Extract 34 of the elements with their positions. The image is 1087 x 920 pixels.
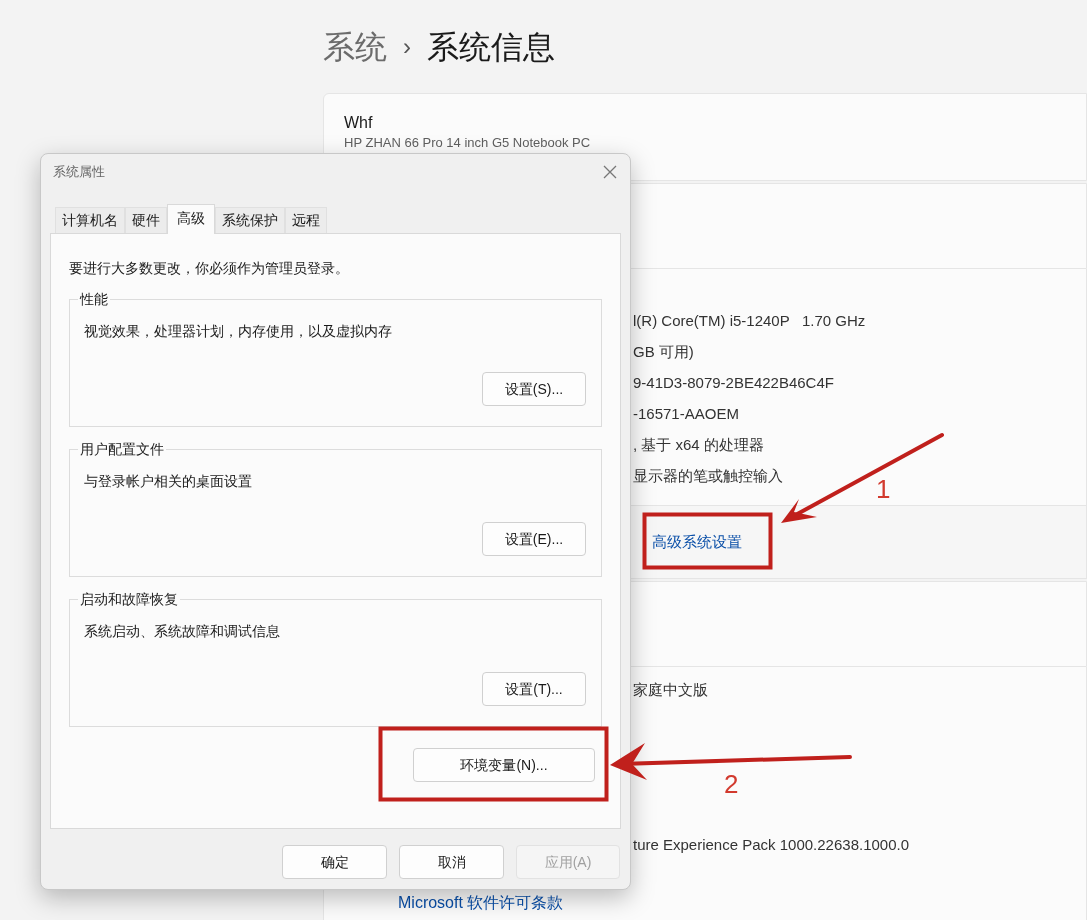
page-title: 系统信息 [427,27,555,67]
settings-button[interactable]: 设置(S)... [482,372,586,406]
group-description: 视觉效果，处理器计划，内存使用，以及虚拟内存 [84,322,393,341]
tab[interactable]: 高级 [167,204,215,234]
device-name: Whf [344,113,374,133]
spec-value: GB 可用) [633,342,694,362]
advanced-settings-link[interactable]: 高级系统设置 [652,530,742,554]
tab[interactable]: 计算机名 [55,207,125,233]
close-icon[interactable] [602,164,618,180]
device-model: HP ZHAN 66 Pro 14 inch G5 Notebook PC [344,135,591,151]
dialog-button[interactable]: 取消 [399,845,504,879]
spec-value: ture Experience Pack 1000.22638.1000.0 [633,835,910,855]
tab[interactable]: 系统保护 [215,207,285,233]
step-number: 1 [876,474,891,504]
spec-value: l(R) Core(TM) i5-1240P 1.70 GHz [633,311,866,331]
spec-value: -16571-AAOEM [633,404,739,424]
notice-text: 要进行大多数更改，你必须作为管理员登录。 [69,259,350,278]
step-number: 2 [724,769,739,799]
settings-button[interactable]: 设置(T)... [482,672,586,706]
settings-button[interactable]: 设置(E)... [482,522,586,556]
tab[interactable]: 远程 [285,207,327,233]
dialog-title: 系统属性 [53,163,105,182]
breadcrumb-separator: › [403,31,411,62]
spec-value: 显示器的笔或触控输入 [633,466,783,486]
spec-value: , 基于 x64 的处理器 [633,435,764,455]
spec-value: 家庭中文版 [633,680,708,700]
environment-variables-button[interactable]: 环境变量(N)... [413,748,595,782]
spec-value: 9-41D3-8079-2BE422B46C4F [633,373,834,393]
dialog-button[interactable]: 确定 [282,845,387,879]
license-link[interactable]: Microsoft 软件许可条款 [398,891,564,915]
group-description: 系统启动、系统故障和调试信息 [84,622,281,641]
breadcrumb-parent[interactable]: 系统 [323,22,387,71]
group-description: 与登录帐户相关的桌面设置 [84,472,253,491]
tab[interactable]: 硬件 [125,207,167,233]
